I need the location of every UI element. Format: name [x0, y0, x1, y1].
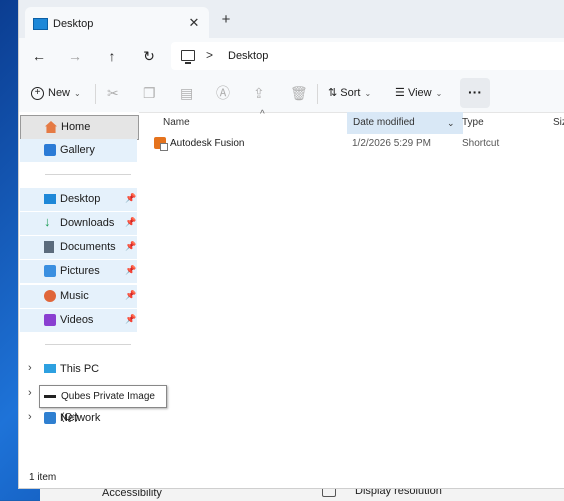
drive-icon	[44, 395, 56, 398]
chevron-right-icon[interactable]: ›	[28, 411, 32, 423]
divider	[45, 174, 131, 175]
view-icon: ☰	[395, 87, 405, 99]
back-button[interactable]: ←	[27, 46, 51, 66]
delete-icon[interactable]: 🗑	[290, 81, 308, 105]
music-icon	[44, 290, 56, 302]
download-icon: ↓	[44, 214, 51, 229]
sidebar-item-label: Desktop	[60, 193, 101, 205]
share-icon[interactable]: ⇪	[253, 81, 265, 105]
file-date: 1/2/2026 5:29 PM	[352, 138, 431, 149]
new-label: New	[48, 87, 71, 99]
gallery-icon	[44, 144, 56, 156]
column-label: Date modified	[353, 117, 415, 128]
tooltip-text: Qubes Private Image (Q:)	[61, 391, 155, 423]
chevron-down-icon: ⌄	[74, 89, 81, 98]
divider	[95, 84, 96, 104]
column-header-date-modified[interactable]: Date modified ⌄	[347, 112, 463, 134]
sidebar-item-pictures[interactable]: Pictures 📌	[20, 260, 137, 283]
column-header-type[interactable]: Type	[462, 112, 542, 134]
breadcrumb-desktop[interactable]: Desktop	[228, 50, 268, 62]
column-label: Type	[462, 117, 484, 128]
view-label: View	[407, 87, 432, 99]
pin-icon[interactable]: 📌	[125, 193, 136, 204]
file-name: Autodesk Fusion	[170, 138, 245, 149]
sidebar-item-videos[interactable]: Videos 📌	[20, 309, 137, 332]
tab-title: Desktop	[53, 18, 94, 30]
navigation-bar: ← → ↑ ↻ > Desktop	[19, 38, 564, 74]
chevron-right-icon[interactable]: >	[206, 48, 213, 62]
documents-icon	[44, 241, 54, 253]
tab-bar: Desktop ✕ +	[19, 0, 564, 38]
cut-icon[interactable]: ✂	[107, 81, 119, 105]
plus-icon: +	[31, 86, 44, 100]
home-icon	[45, 121, 57, 133]
status-bar: 1 item	[29, 472, 57, 483]
file-row[interactable]: Autodesk Fusion 1/2/2026 5:29 PM Shortcu…	[152, 134, 562, 154]
sidebar-item-label: Music	[60, 290, 89, 302]
sidebar-item-desktop[interactable]: Desktop 📌	[20, 188, 137, 211]
sidebar-item-music[interactable]: Music 📌	[20, 285, 137, 308]
sidebar-item-documents[interactable]: Documents 📌	[20, 236, 137, 259]
column-label: Name	[163, 117, 190, 128]
sidebar-item-label: Documents	[60, 241, 116, 253]
more-options-button[interactable]: ···	[460, 78, 490, 108]
sidebar-item-label: Home	[61, 121, 91, 133]
chevron-right-icon[interactable]: ›	[28, 387, 32, 399]
sort-icon: ⇅	[328, 87, 338, 99]
sidebar-item-label: Downloads	[60, 217, 115, 229]
sort-label: Sort	[340, 87, 361, 99]
desktop-folder-icon	[33, 18, 48, 30]
sidebar-item-gallery[interactable]: Gallery	[20, 139, 137, 162]
paste-icon[interactable]: ▤	[180, 81, 193, 105]
rename-icon[interactable]: Ⓐ	[216, 81, 230, 105]
pc-icon	[44, 364, 56, 373]
autodesk-fusion-icon	[154, 137, 168, 151]
pin-icon[interactable]: 📌	[125, 217, 136, 228]
command-bar: + New ⌄ ✂ ❐ ▤ Ⓐ ⇪ 🗑 ⇅ Sort ⌄ ☰ View ⌄ ···	[19, 74, 564, 113]
pin-icon[interactable]: 📌	[125, 241, 136, 252]
divider	[317, 84, 318, 104]
chevron-down-icon[interactable]: ⌄	[447, 112, 455, 134]
sort-button[interactable]: ⇅ Sort ⌄	[328, 81, 371, 105]
pin-icon[interactable]: 📌	[125, 290, 136, 301]
new-tab-button[interactable]: +	[217, 11, 235, 29]
this-pc-icon	[181, 50, 195, 64]
column-header-size[interactable]: Siz	[553, 112, 564, 134]
new-button[interactable]: + New ⌄	[31, 81, 81, 105]
videos-icon	[44, 314, 56, 326]
chevron-right-icon[interactable]: ›	[28, 362, 32, 374]
sidebar-item-label: This PC	[60, 363, 100, 375]
chevron-down-icon: ⌄	[435, 89, 443, 98]
column-header-name[interactable]: Name ^	[153, 109, 353, 134]
file-list: Name ^ Date modified ⌄ Type Siz Autodesk…	[140, 109, 564, 468]
sidebar-item-label: Pictures	[60, 265, 100, 277]
file-type: Shortcut	[462, 138, 500, 149]
close-tab-icon[interactable]: ✕	[185, 14, 203, 32]
tab-desktop[interactable]: Desktop ✕	[25, 7, 209, 38]
refresh-button[interactable]: ↻	[137, 46, 161, 66]
sidebar-item-home[interactable]: Home	[20, 115, 139, 140]
sidebar-item-label: Gallery	[60, 144, 95, 156]
chevron-down-icon: ⌄	[364, 89, 372, 98]
network-icon	[44, 412, 56, 424]
column-label: Siz	[553, 117, 564, 128]
sidebar-item-label: Videos	[60, 314, 94, 326]
forward-button[interactable]: →	[63, 46, 87, 66]
divider	[45, 344, 131, 345]
view-button[interactable]: ☰ View ⌄	[395, 81, 442, 105]
desktop-icon	[44, 194, 56, 204]
sort-ascending-icon: ^	[260, 109, 265, 120]
address-bar[interactable]: > Desktop	[171, 42, 564, 70]
sidebar-item-this-pc[interactable]: › This PC	[20, 358, 137, 381]
pictures-icon	[44, 265, 56, 277]
pin-icon[interactable]: 📌	[125, 265, 136, 276]
copy-icon[interactable]: ❐	[143, 81, 156, 105]
sidebar-item-downloads[interactable]: ↓ Downloads 📌	[20, 212, 137, 235]
drive-tooltip: Qubes Private Image (Q:)	[39, 385, 167, 423]
up-button[interactable]: ↑	[100, 46, 124, 66]
pin-icon[interactable]: 📌	[125, 314, 136, 325]
